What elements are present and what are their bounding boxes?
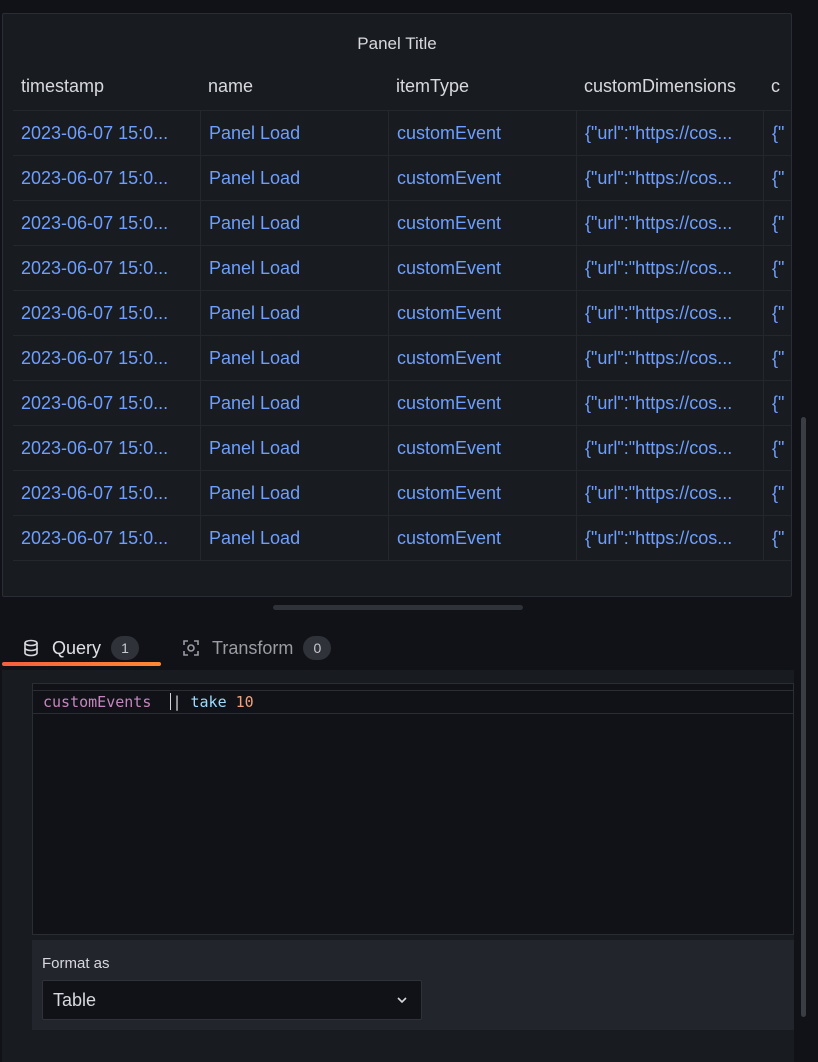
cell-customdimensions[interactable]: {"url":"https://cos... xyxy=(576,291,763,335)
column-header-customdimensions[interactable]: customDimensions xyxy=(584,75,763,110)
column-header-truncated[interactable]: c xyxy=(771,75,791,110)
format-select-value: Table xyxy=(53,990,97,1010)
cell-itemtype[interactable]: customEvent xyxy=(388,381,576,425)
cell-customdimensions[interactable]: {"url":"https://cos... xyxy=(576,516,763,560)
cell-timestamp[interactable]: 2023-06-07 15:0... xyxy=(13,336,200,380)
data-table: timestamp name itemType customDimensions… xyxy=(13,75,791,570)
cell-itemtype[interactable]: customEvent xyxy=(388,111,576,155)
pane-resize-handle[interactable] xyxy=(273,605,523,610)
table-row: 2023-06-07 15:0... Panel Load customEvent{… xyxy=(13,516,791,561)
cell-timestamp[interactable]: 2023-06-07 15:0... xyxy=(13,291,200,335)
database-icon xyxy=(22,639,40,657)
cell-timestamp[interactable]: 2023-06-07 15:0... xyxy=(13,156,200,200)
column-header-itemtype[interactable]: itemType xyxy=(396,75,576,110)
cell-customdimensions[interactable]: {"url":"https://cos... xyxy=(576,246,763,290)
tab-transform-count: 0 xyxy=(303,636,332,660)
tab-transform-label: Transform xyxy=(212,637,294,658)
cell-name[interactable]: Panel Load xyxy=(200,381,388,425)
cell-truncated[interactable]: {" xyxy=(763,471,791,515)
table-row: 2023-06-07 15:0... Panel Load customEvent{… xyxy=(13,201,791,246)
table-row: 2023-06-07 15:0... Panel Load customEvent{… xyxy=(13,471,791,516)
cell-customdimensions[interactable]: {"url":"https://cos... xyxy=(576,156,763,200)
tab-query-count: 1 xyxy=(111,636,140,660)
cell-itemtype[interactable]: customEvent xyxy=(388,246,576,290)
cell-itemtype[interactable]: customEvent xyxy=(388,426,576,470)
panel-title[interactable]: Panel Title xyxy=(3,34,791,54)
cell-truncated[interactable]: {" xyxy=(763,246,791,290)
cell-customdimensions[interactable]: {"url":"https://cos... xyxy=(576,336,763,380)
cell-itemtype[interactable]: customEvent xyxy=(388,201,576,245)
table-row: 2023-06-07 15:0... Panel Load customEvent{… xyxy=(13,291,791,336)
code-line[interactable]: customEvents | take 10 xyxy=(33,690,793,714)
cell-itemtype[interactable]: customEvent xyxy=(388,156,576,200)
query-editor[interactable]: customEvents | take 10 xyxy=(32,683,794,935)
table-row: 2023-06-07 15:0... Panel Load customEvent{… xyxy=(13,246,791,291)
code-pipe-token: | xyxy=(172,693,182,711)
table-row: 2023-06-07 15:0... Panel Load customEvent{… xyxy=(13,156,791,201)
table-row: 2023-06-07 15:0... Panel Load customEvent{… xyxy=(13,381,791,426)
table-row: 2023-06-07 15:0... Panel Load customEvent{… xyxy=(13,336,791,381)
cell-itemtype[interactable]: customEvent xyxy=(388,291,576,335)
cell-truncated[interactable]: {" xyxy=(763,336,791,380)
cell-itemtype[interactable]: customEvent xyxy=(388,516,576,560)
cell-name[interactable]: Panel Load xyxy=(200,516,388,560)
cell-name[interactable]: Panel Load xyxy=(200,426,388,470)
tab-query-label: Query xyxy=(52,637,102,658)
cell-name[interactable]: Panel Load xyxy=(200,201,388,245)
panel: Panel Title timestamp name itemType cust… xyxy=(2,13,792,597)
cell-customdimensions[interactable]: {"url":"https://cos... xyxy=(576,201,763,245)
cell-itemtype[interactable]: customEvent xyxy=(388,471,576,515)
vertical-scrollbar[interactable] xyxy=(801,417,806,1017)
cell-truncated[interactable]: {" xyxy=(763,516,791,560)
code-operator-token: take xyxy=(190,693,227,711)
active-tab-indicator xyxy=(2,662,161,666)
cell-name[interactable]: Panel Load xyxy=(200,111,388,155)
cell-truncated[interactable]: {" xyxy=(763,381,791,425)
cell-customdimensions[interactable]: {"url":"https://cos... xyxy=(576,111,763,155)
cell-timestamp[interactable]: 2023-06-07 15:0... xyxy=(13,201,200,245)
chevron-down-icon xyxy=(395,981,409,1019)
cell-timestamp[interactable]: 2023-06-07 15:0... xyxy=(13,516,200,560)
cell-truncated[interactable]: {" xyxy=(763,291,791,335)
cell-truncated[interactable]: {" xyxy=(763,426,791,470)
format-select[interactable]: Table xyxy=(42,980,422,1020)
cell-name[interactable]: Panel Load xyxy=(200,336,388,380)
cell-timestamp[interactable]: 2023-06-07 15:0... xyxy=(13,381,200,425)
transform-icon xyxy=(182,639,200,657)
cell-timestamp[interactable]: 2023-06-07 15:0... xyxy=(13,111,200,155)
cell-truncated[interactable]: {" xyxy=(763,156,791,200)
tab-transform[interactable]: Transform 0 xyxy=(182,628,332,668)
cell-customdimensions[interactable]: {"url":"https://cos... xyxy=(576,381,763,425)
table-row: 2023-06-07 15:0... Panel Load customEvent{… xyxy=(13,426,791,471)
cell-name[interactable]: Panel Load xyxy=(200,291,388,335)
cell-itemtype[interactable]: customEvent xyxy=(388,336,576,380)
column-header-timestamp[interactable]: timestamp xyxy=(21,75,200,110)
table-row: 2023-06-07 15:0... Panel Load customEvent{… xyxy=(13,111,791,156)
cell-truncated[interactable]: {" xyxy=(763,201,791,245)
cell-name[interactable]: Panel Load xyxy=(200,156,388,200)
cell-timestamp[interactable]: 2023-06-07 15:0... xyxy=(13,471,200,515)
cell-customdimensions[interactable]: {"url":"https://cos... xyxy=(576,471,763,515)
table-header: timestamp name itemType customDimensions… xyxy=(13,75,791,111)
cell-timestamp[interactable]: 2023-06-07 15:0... xyxy=(13,426,200,470)
table-body: 2023-06-07 15:0... Panel Load customEvent{… xyxy=(13,111,791,561)
format-as-label: Format as xyxy=(42,955,110,972)
cell-truncated[interactable]: {" xyxy=(763,111,791,155)
cell-customdimensions[interactable]: {"url":"https://cos... xyxy=(576,426,763,470)
format-options: Format as Table xyxy=(32,940,794,1030)
column-header-name[interactable]: name xyxy=(208,75,388,110)
cell-name[interactable]: Panel Load xyxy=(200,246,388,290)
code-number-token: 10 xyxy=(235,693,254,711)
code-table-token: customEvents xyxy=(43,693,152,711)
cell-timestamp[interactable]: 2023-06-07 15:0... xyxy=(13,246,200,290)
cell-name[interactable]: Panel Load xyxy=(200,471,388,515)
